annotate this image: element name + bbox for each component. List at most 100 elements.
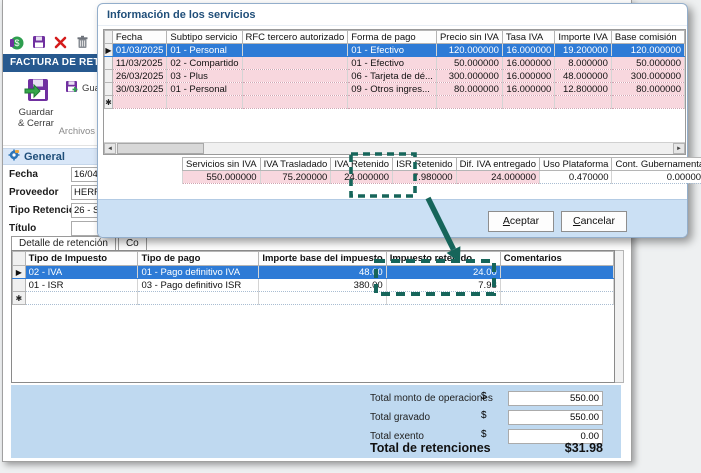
cell[interactable]: 120.000000 [611,44,684,57]
cell[interactable] [436,96,502,109]
new-row-marker-icon[interactable]: ✱ [13,292,26,305]
cell[interactable] [259,292,386,305]
cell[interactable]: 24.00 [386,266,500,279]
cell[interactable]: 03 - Pago definitivo ISR [138,279,259,292]
cell[interactable] [25,292,138,305]
table-row[interactable]: ✱ [105,96,685,109]
cell[interactable] [500,279,613,292]
cell[interactable]: 48.00 [259,266,386,279]
cell[interactable]: 7.98 [386,279,500,292]
cell[interactable]: 01/03/2025 [112,44,167,57]
cell[interactable]: 09 - Otros ingres... [348,83,437,96]
cell[interactable]: 12.800000 [555,83,612,96]
cell[interactable] [167,96,242,109]
cell[interactable]: 8.000000 [555,57,612,70]
row-selector[interactable] [105,57,113,70]
cell[interactable]: 120.000000 [436,44,502,57]
table-row[interactable]: 11/03/202502 - Compartido01 - Efectivo50… [105,57,685,70]
detail-grid-scroll-strip[interactable] [615,250,624,383]
cell[interactable] [112,96,167,109]
app-icon[interactable]: $ [9,35,24,50]
cell[interactable] [242,57,348,70]
cell[interactable]: 01 - Personal [167,83,242,96]
cell[interactable]: 300.000000 [436,70,502,83]
cell[interactable] [502,96,554,109]
column-header[interactable]: Fecha [112,31,167,44]
row-selector[interactable] [13,279,26,292]
cell[interactable]: 19.200000 [555,44,612,57]
delete-icon[interactable] [53,35,68,50]
column-header[interactable]: Precio sin IVA [436,31,502,44]
cell[interactable]: 48.000000 [555,70,612,83]
cancelar-button[interactable]: Cancelar [561,211,627,232]
save-icon[interactable] [31,35,46,50]
cell[interactable]: 02 - IVA [25,266,138,279]
total-monto-field[interactable] [508,391,603,406]
cell[interactable]: 30/03/2025 [112,83,167,96]
cell[interactable]: 16.000000 [502,83,554,96]
cell[interactable]: 80.000000 [611,83,684,96]
cell[interactable] [611,96,684,109]
cell[interactable] [386,292,500,305]
scroll-left-icon[interactable]: ◄ [104,143,116,154]
horizontal-scrollbar[interactable]: ◄ ► [104,142,685,154]
column-header[interactable]: Importe IVA [555,31,612,44]
trash-icon[interactable] [75,35,90,50]
cell[interactable] [242,96,348,109]
row-selector[interactable] [105,70,113,83]
cell[interactable]: 300.000000 [611,70,684,83]
table-row[interactable]: ▶02 - IVA01 - Pago definitivo IVA48.0024… [13,266,614,279]
cell[interactable]: 01 - Efectivo [348,44,437,57]
cell[interactable]: 50.000000 [436,57,502,70]
cell[interactable]: 02 - Compartido [167,57,242,70]
column-header[interactable]: Tipo de Impuesto [25,252,138,266]
new-row-marker-icon[interactable]: ✱ [105,96,113,109]
column-header[interactable]: Impuesto retenido [386,252,500,266]
cell[interactable] [500,266,613,279]
aceptar-button[interactable]: Aceptar [488,211,554,232]
table-row[interactable]: 30/03/202501 - Personal 09 - Otros ingres… [105,83,685,96]
column-header[interactable]: Comentarios [500,252,613,266]
cell[interactable] [138,292,259,305]
cell[interactable]: 80.000000 [436,83,502,96]
tab-comentarios[interactable]: Co [118,236,147,251]
row-selector-header[interactable] [105,31,113,44]
row-selector[interactable] [105,83,113,96]
cell[interactable]: 16.000000 [502,70,554,83]
cell[interactable]: 16.000000 [502,57,554,70]
cell[interactable]: 01 - Pago definitivo IVA [138,266,259,279]
column-header[interactable]: Subtipo servicio [167,31,242,44]
column-header[interactable]: Importe base del impuesto [259,252,386,266]
cell[interactable] [555,96,612,109]
cell[interactable] [348,96,437,109]
cell[interactable]: 03 - Plus [167,70,242,83]
column-header[interactable]: Base comisión [611,31,684,44]
cell[interactable]: 01 - Personal [167,44,242,57]
cell[interactable]: 06 - Tarjeta de dé... [348,70,437,83]
column-header[interactable]: Forma de pago [348,31,437,44]
column-header[interactable]: Tipo de pago [138,252,259,266]
table-row[interactable]: ▶01/03/202501 - Personal01 - Efectivo120… [105,44,685,57]
table-row[interactable]: ✱ [13,292,614,305]
scroll-right-icon[interactable]: ► [673,143,685,154]
cell[interactable]: 26/03/2025 [112,70,167,83]
column-header[interactable]: RFC tercero autorizado [242,31,348,44]
table-row[interactable]: 26/03/202503 - Plus 06 - Tarjeta de dé...… [105,70,685,83]
row-selector-header[interactable] [13,252,26,266]
cell[interactable]: 380.00 [259,279,386,292]
scrollbar-thumb[interactable] [117,143,204,154]
column-header[interactable]: Tasa IVA [502,31,554,44]
cell[interactable] [242,83,348,96]
current-row-marker-icon[interactable]: ▶ [105,44,113,57]
cell[interactable]: 01 - Efectivo [348,57,437,70]
total-gravado-field[interactable] [508,410,603,425]
cell[interactable]: 11/03/2025 [112,57,167,70]
cell[interactable]: 50.000000 [611,57,684,70]
cell[interactable]: 01 - ISR [25,279,138,292]
table-row[interactable]: 01 - ISR03 - Pago definitivo ISR380.007.… [13,279,614,292]
cell[interactable] [242,44,348,57]
tab-detalle-de-retencion[interactable]: Detalle de retención [11,236,116,251]
cell[interactable]: 16.000000 [502,44,554,57]
current-row-marker-icon[interactable]: ▶ [13,266,26,279]
cell[interactable] [500,292,613,305]
